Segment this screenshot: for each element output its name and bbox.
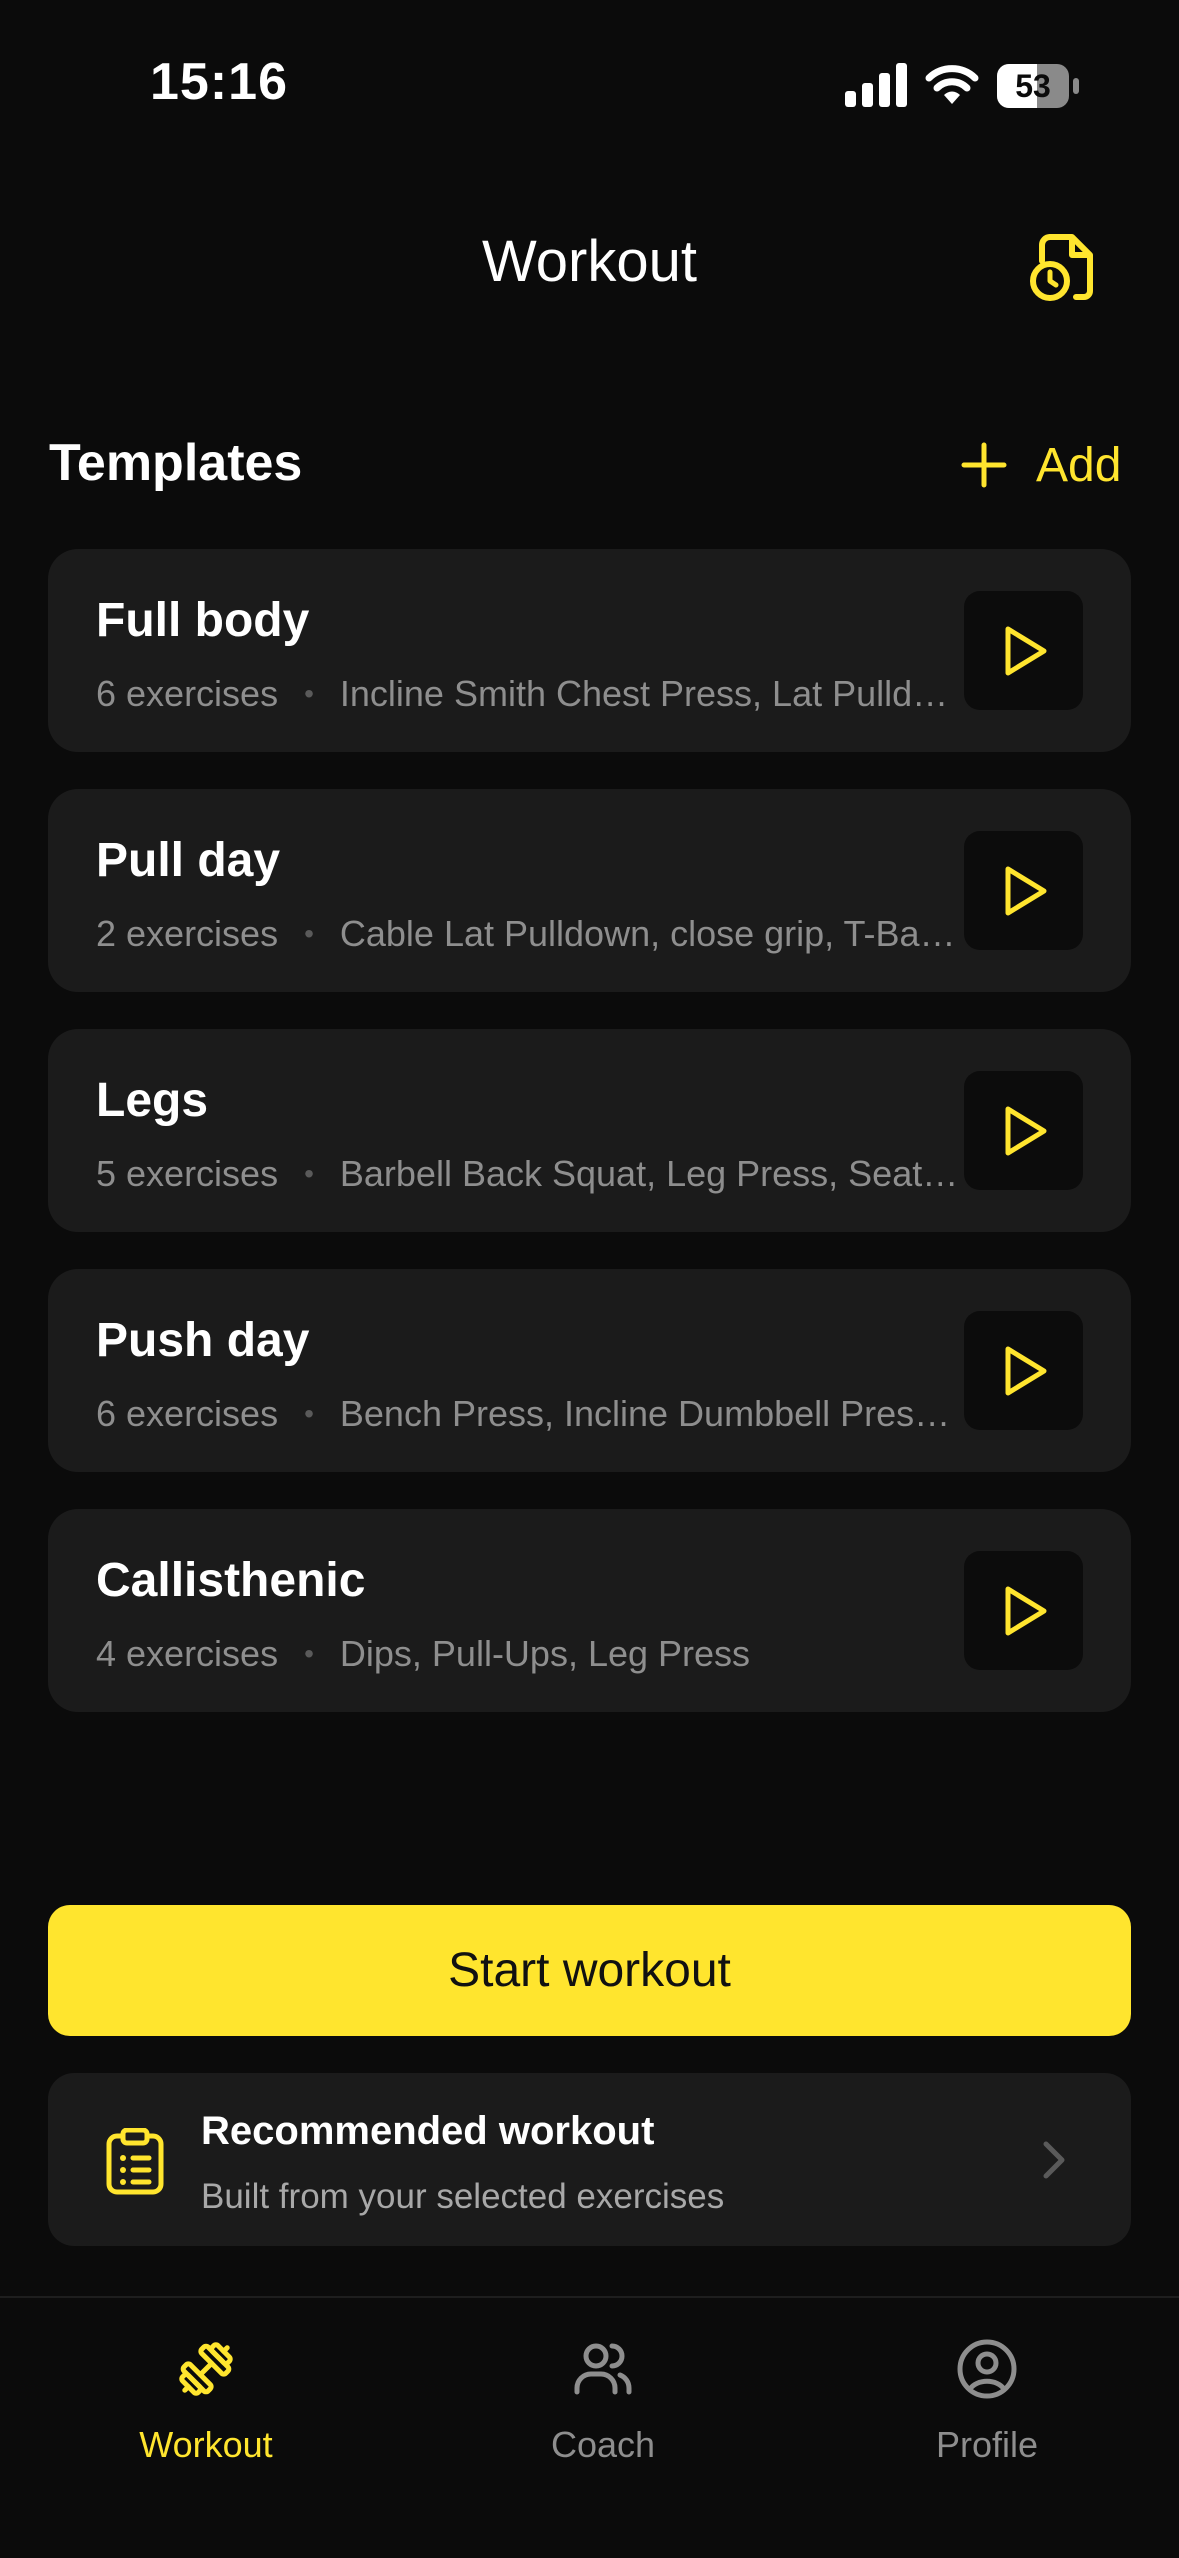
battery-level: 53 [1015,68,1051,104]
exercise-count: 6 exercises [96,673,279,714]
exercise-count: 4 exercises [96,1633,279,1674]
template-name: Push day [96,1314,310,1367]
start-template-button[interactable] [964,1551,1083,1670]
exercise-list: Barbell Back Squat, Leg Press, Seated Le… [339,1153,966,1194]
status-bar: 15:16 53 [0,0,1179,175]
start-template-button[interactable] [964,831,1083,950]
dumbbell-icon [179,2342,233,2396]
users-icon [574,2343,632,2395]
exercise-count: 5 exercises [96,1153,279,1194]
play-icon [1005,1586,1046,1635]
user-circle-icon [957,2339,1017,2399]
start-template-button[interactable] [964,591,1083,710]
separator-dot: • [304,1398,314,1429]
recommended-workout-card[interactable]: Recommended workout Built from your sele… [48,2073,1131,2246]
file-clock-icon [1030,234,1093,301]
recommended-subtitle: Built from your selected exercises [201,2177,725,2216]
template-card-push-day[interactable]: Push day 6 exercises • Bench Press, Incl… [48,1269,1131,1472]
exercise-list: Incline Smith Chest Press, Lat Pulldown,… [339,673,966,714]
cellular-signal-icon [845,63,907,107]
exercise-list: Cable Lat Pulldown, close grip, T-Bar Ro… [339,913,966,954]
tab-label: Workout [139,2424,273,2465]
separator-dot: • [304,918,314,949]
tab-profile[interactable]: Profile [857,2338,1117,2478]
separator-dot: • [304,1158,314,1189]
template-meta: 5 exercises • Barbell Back Squat, Leg Pr… [96,1153,966,1195]
template-name: Full body [96,594,310,647]
template-card-pull-day[interactable]: Pull day 2 exercises • Cable Lat Pulldow… [48,789,1131,992]
template-name: Legs [96,1074,209,1127]
exercise-count: 2 exercises [96,913,279,954]
exercise-list: Bench Press, Incline Dumbbell Press, Sho… [339,1393,966,1434]
add-template-button[interactable]: Add [960,430,1121,500]
wifi-icon [925,65,979,104]
template-meta: 4 exercises • Dips, Pull-Ups, Leg Press [96,1633,966,1675]
exercise-list: Dips, Pull-Ups, Leg Press [339,1633,751,1674]
chevron-right-icon [1043,2141,1065,2179]
play-icon [1005,1346,1046,1395]
recommended-title: Recommended workout [201,2109,655,2153]
template-card-legs[interactable]: Legs 5 exercises • Barbell Back Squat, L… [48,1029,1131,1232]
play-icon [1005,866,1046,915]
play-icon [1005,626,1046,675]
workout-history-button[interactable] [1020,225,1104,309]
template-meta: 6 exercises • Incline Smith Chest Press,… [96,673,966,715]
templates-heading: Templates [49,434,303,492]
start-template-button[interactable] [964,1311,1083,1430]
template-meta: 2 exercises • Cable Lat Pulldown, close … [96,913,966,955]
start-template-button[interactable] [964,1071,1083,1190]
tab-bar: Workout Coach Profile [0,2296,1179,2558]
tab-coach[interactable]: Coach [473,2338,733,2478]
plus-icon [961,442,1007,488]
separator-dot: • [304,1638,314,1669]
template-name: Callisthenic [96,1554,366,1607]
clipboard-list-icon [106,2128,164,2195]
exercise-count: 6 exercises [96,1393,279,1434]
play-icon [1005,1106,1046,1155]
template-card-full-body[interactable]: Full body 6 exercises • Incline Smith Ch… [48,549,1131,752]
template-meta: 6 exercises • Bench Press, Incline Dumbb… [96,1393,966,1435]
status-time: 15:16 [150,53,288,111]
add-label: Add [1036,438,1122,492]
template-name: Pull day [96,834,281,887]
tab-label: Coach [550,2424,656,2465]
templates-list: Full body 6 exercises • Incline Smith Ch… [48,549,1131,1749]
template-card-callisthenic[interactable]: Callisthenic 4 exercises • Dips, Pull-Up… [48,1509,1131,1712]
start-workout-button[interactable]: Start workout [48,1905,1131,2036]
page-title: Workout [482,229,697,294]
tab-workout[interactable]: Workout [76,2338,336,2478]
separator-dot: • [304,678,314,709]
tab-label: Profile [935,2424,1039,2465]
